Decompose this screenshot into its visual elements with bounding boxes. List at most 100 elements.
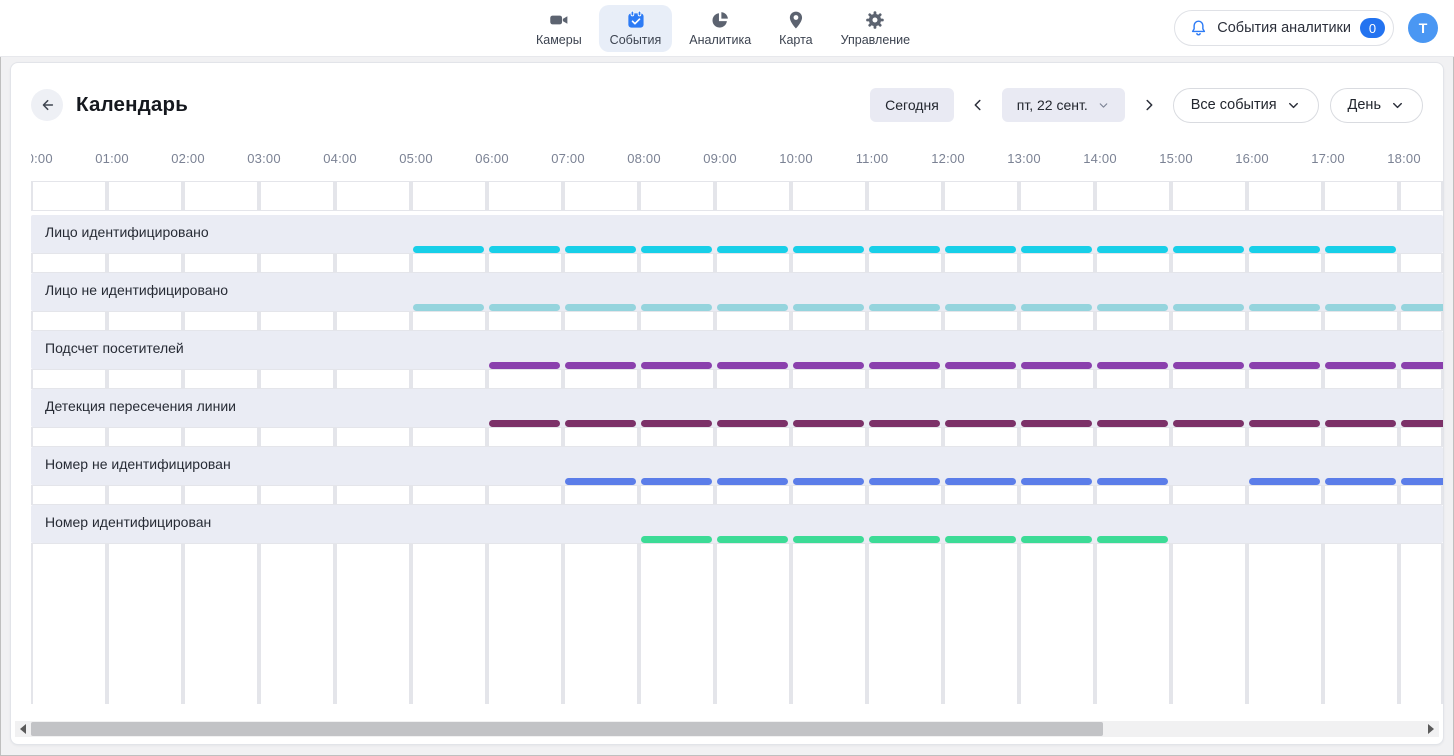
prev-day-button[interactable] [965, 92, 991, 118]
event-segment[interactable] [869, 478, 940, 485]
event-filter-dropdown[interactable]: Все события [1173, 88, 1319, 123]
event-segment[interactable] [1325, 420, 1396, 427]
video-camera-icon [549, 10, 569, 30]
analytics-events-label: События аналитики [1217, 20, 1351, 36]
event-segment[interactable] [641, 420, 712, 427]
today-button[interactable]: Сегодня [870, 88, 954, 122]
event-segment[interactable] [717, 420, 788, 427]
event-segment[interactable] [413, 304, 484, 311]
event-segment[interactable] [717, 304, 788, 311]
event-segment[interactable] [641, 536, 712, 543]
horizontal-scrollbar[interactable] [15, 721, 1439, 737]
event-segment[interactable] [1173, 362, 1244, 369]
event-segment[interactable] [489, 304, 560, 311]
nav-item-label: Аналитика [689, 33, 751, 47]
analytics-events-button[interactable]: События аналитики 0 [1174, 10, 1394, 46]
event-segment[interactable] [1097, 304, 1168, 311]
event-segment[interactable] [1401, 478, 1443, 485]
event-segment[interactable] [793, 536, 864, 543]
back-button[interactable] [31, 89, 63, 121]
event-segment[interactable] [1249, 246, 1320, 253]
event-segment[interactable] [945, 478, 1016, 485]
event-segment[interactable] [1021, 246, 1092, 253]
hour-label: 04:00 [318, 151, 362, 166]
scroll-right-arrow[interactable] [1425, 723, 1437, 735]
event-segment[interactable] [1097, 362, 1168, 369]
event-segment[interactable] [945, 362, 1016, 369]
event-segment[interactable] [1021, 362, 1092, 369]
nav-item-video-camera[interactable]: Камеры [525, 5, 593, 52]
event-segment[interactable] [1325, 246, 1396, 253]
event-segment[interactable] [641, 478, 712, 485]
event-segment[interactable] [1097, 246, 1168, 253]
event-segment[interactable] [565, 362, 636, 369]
event-segment[interactable] [1097, 420, 1168, 427]
event-segment[interactable] [793, 304, 864, 311]
event-segment[interactable] [565, 304, 636, 311]
event-segment[interactable] [717, 362, 788, 369]
event-segment[interactable] [869, 246, 940, 253]
event-segment[interactable] [717, 536, 788, 543]
event-segment[interactable] [565, 478, 636, 485]
event-segment[interactable] [1249, 478, 1320, 485]
date-selector[interactable]: пт, 22 сент. [1002, 88, 1125, 122]
event-segment[interactable] [793, 420, 864, 427]
event-segment[interactable] [1021, 420, 1092, 427]
event-segment[interactable] [489, 246, 560, 253]
event-segment[interactable] [869, 362, 940, 369]
event-segment[interactable] [869, 304, 940, 311]
event-segment[interactable] [1173, 246, 1244, 253]
event-segment[interactable] [1021, 536, 1092, 543]
event-segment[interactable] [565, 246, 636, 253]
event-row-label: Номер идентифицирован [45, 514, 211, 530]
event-row-label: Лицо не идентифицировано [45, 282, 228, 298]
event-segment[interactable] [945, 536, 1016, 543]
hour-label: 01:00 [90, 151, 134, 166]
event-segment[interactable] [489, 362, 560, 369]
event-segment[interactable] [945, 246, 1016, 253]
event-segment[interactable] [1325, 478, 1396, 485]
event-segment[interactable] [565, 420, 636, 427]
event-segment[interactable] [793, 362, 864, 369]
event-segment[interactable] [1249, 304, 1320, 311]
event-segment[interactable] [641, 246, 712, 253]
event-segment[interactable] [1173, 420, 1244, 427]
event-segment[interactable] [1249, 362, 1320, 369]
nav-item-pie-chart[interactable]: Аналитика [678, 5, 762, 52]
event-segment[interactable] [489, 420, 560, 427]
event-segment[interactable] [869, 420, 940, 427]
calendar-check-icon [625, 10, 645, 30]
event-segment[interactable] [641, 304, 712, 311]
event-segment[interactable] [1021, 478, 1092, 485]
bell-icon [1189, 19, 1208, 38]
chevron-down-icon [1097, 99, 1110, 112]
event-segment[interactable] [945, 304, 1016, 311]
event-segment[interactable] [1325, 304, 1396, 311]
event-segment[interactable] [641, 362, 712, 369]
event-segment[interactable] [1401, 362, 1443, 369]
event-segment[interactable] [413, 246, 484, 253]
next-day-button[interactable] [1136, 92, 1162, 118]
user-avatar[interactable]: T [1408, 13, 1438, 43]
view-mode-dropdown[interactable]: День [1330, 88, 1423, 123]
event-segment[interactable] [717, 478, 788, 485]
scrollbar-thumb[interactable] [31, 722, 1103, 736]
event-segment[interactable] [1401, 420, 1443, 427]
event-segment[interactable] [1021, 304, 1092, 311]
nav-item-calendar-check[interactable]: События [599, 5, 673, 52]
event-segment[interactable] [793, 478, 864, 485]
nav-item-map-pin[interactable]: Карта [768, 5, 823, 52]
event-segment[interactable] [869, 536, 940, 543]
nav-item-gear[interactable]: Управление [830, 5, 922, 52]
event-segment[interactable] [1249, 420, 1320, 427]
event-segment[interactable] [1097, 536, 1168, 543]
event-segment[interactable] [1097, 478, 1168, 485]
event-segment[interactable] [1401, 304, 1443, 311]
event-segment[interactable] [945, 420, 1016, 427]
event-segment[interactable] [1325, 362, 1396, 369]
scroll-left-arrow[interactable] [17, 723, 29, 735]
event-segment[interactable] [717, 246, 788, 253]
event-segment[interactable] [1173, 304, 1244, 311]
map-pin-icon [786, 10, 806, 30]
event-segment[interactable] [793, 246, 864, 253]
